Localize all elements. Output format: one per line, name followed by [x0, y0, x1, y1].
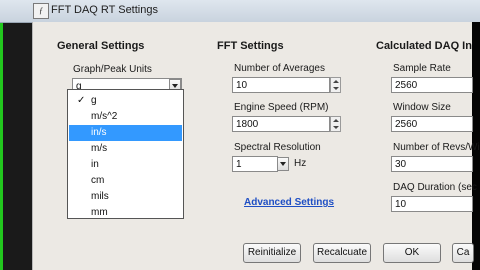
window-size-field: 2560: [391, 116, 473, 132]
chevron-down-icon: [172, 84, 178, 88]
engine-speed-label: Engine Speed (RPM): [234, 102, 329, 113]
units-dropdown-list: ✓ g m/s^2 in/s m/s in cm mils mm: [67, 89, 184, 219]
daq-duration-field: 10: [391, 196, 473, 212]
ok-button[interactable]: OK: [383, 243, 441, 263]
revs-per-window-label: Number of Revs/Win: [393, 142, 480, 153]
units-option-mm[interactable]: mm: [69, 205, 182, 221]
averages-input[interactable]: 10: [232, 77, 330, 93]
recalculate-button[interactable]: Recalcuate: [313, 243, 371, 263]
green-edge-left: [0, 0, 3, 270]
arrow-down-icon: [333, 87, 339, 90]
chevron-down-icon: [280, 162, 286, 166]
daq-app-icon: ƒ: [33, 3, 49, 19]
reinitialize-button[interactable]: Reinitialize: [243, 243, 301, 263]
resolution-unit: Hz: [294, 158, 307, 169]
arrow-up-icon: [333, 119, 339, 122]
engine-speed-stepper[interactable]: [330, 116, 341, 132]
window-title: FFT DAQ RT Settings: [51, 4, 158, 16]
units-option-in-s[interactable]: in/s: [69, 125, 182, 141]
averages-label: Number of Averages: [234, 63, 325, 74]
units-label: Graph/Peak Units: [73, 64, 152, 75]
units-option-cm[interactable]: cm: [69, 173, 182, 189]
screen: ƒ FFT DAQ RT Settings General Settings G…: [0, 0, 480, 270]
cancel-button[interactable]: Ca: [452, 243, 474, 263]
daq-duration-label: DAQ Duration (sec: [393, 182, 477, 193]
units-option-m-s2[interactable]: m/s^2: [69, 109, 182, 125]
general-settings-heading: General Settings: [57, 40, 145, 52]
window-size-label: Window Size: [393, 102, 451, 113]
advanced-settings-link[interactable]: Advanced Settings: [244, 197, 334, 208]
resolution-dropdown-button[interactable]: [277, 157, 289, 171]
resolution-label: Spectral Resolution: [234, 142, 321, 153]
window-titlebar[interactable]: ƒ FFT DAQ RT Settings: [0, 0, 480, 23]
sample-rate-field: 2560: [391, 77, 473, 93]
resolution-select[interactable]: 1: [232, 156, 278, 172]
arrow-up-icon: [333, 80, 339, 83]
units-option-in[interactable]: in: [69, 157, 182, 173]
check-icon: ✓: [77, 95, 86, 106]
revs-per-window-field: 30: [391, 156, 473, 172]
arrow-down-icon: [333, 126, 339, 129]
sample-rate-label: Sample Rate: [393, 63, 451, 74]
units-option-mils[interactable]: mils: [69, 189, 182, 205]
units-option-g[interactable]: ✓ g: [69, 93, 182, 109]
engine-speed-input[interactable]: 1800: [232, 116, 330, 132]
fft-settings-heading: FFT Settings: [217, 40, 284, 52]
units-option-m-s[interactable]: m/s: [69, 141, 182, 157]
averages-stepper[interactable]: [330, 77, 341, 93]
calculated-daq-heading: Calculated DAQ In: [376, 40, 472, 52]
